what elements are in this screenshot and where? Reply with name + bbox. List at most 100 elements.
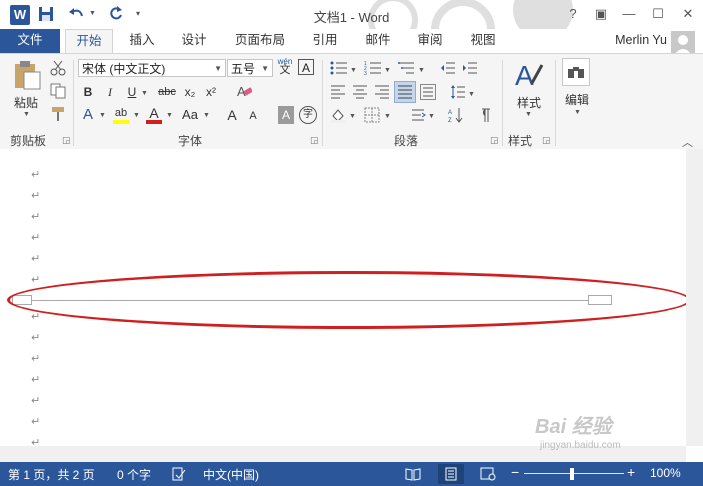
avatar[interactable] xyxy=(671,31,695,55)
user-name[interactable]: Merlin Yu xyxy=(615,33,667,47)
cut-icon[interactable] xyxy=(50,60,66,76)
numbering-icon[interactable]: 123 xyxy=(364,60,382,76)
paragraph-launcher-icon[interactable]: ◲ xyxy=(490,135,499,146)
superscript-button[interactable]: x² xyxy=(203,83,219,101)
distributed-icon[interactable] xyxy=(420,84,436,100)
numbering-dropdown-icon[interactable]: ▼ xyxy=(384,67,391,74)
styles-launcher-icon[interactable]: ◲ xyxy=(542,135,551,146)
text-effects-dropdown-icon[interactable]: ▼ xyxy=(99,112,106,119)
collapse-ribbon-icon[interactable]: ︿ xyxy=(682,134,693,150)
shrink-font-button[interactable]: A xyxy=(247,107,259,125)
vertical-scrollbar[interactable] xyxy=(686,149,703,446)
watermark-url: jingyan.baidu.com xyxy=(540,440,621,451)
shading-dropdown-icon[interactable]: ▼ xyxy=(349,113,356,120)
print-layout-button[interactable] xyxy=(438,464,464,484)
zoom-level[interactable]: 100% xyxy=(650,466,681,480)
character-border-button[interactable]: A xyxy=(298,59,314,75)
read-mode-icon[interactable] xyxy=(405,467,421,481)
tab-mailings[interactable]: 邮件 xyxy=(356,29,400,53)
underline-dropdown-icon[interactable]: ▼ xyxy=(141,90,148,97)
bullets-icon[interactable] xyxy=(330,60,348,76)
tab-view[interactable]: 视图 xyxy=(461,29,505,53)
multilevel-list-icon[interactable] xyxy=(398,60,416,76)
enclose-characters-button[interactable]: 字 xyxy=(299,106,317,124)
justify-button[interactable] xyxy=(394,81,416,103)
paste-button[interactable]: 粘贴 xyxy=(8,94,44,112)
editing-button[interactable]: 编辑 xyxy=(560,91,594,109)
help-button[interactable]: ? xyxy=(560,4,586,24)
strikethrough-button[interactable]: abc xyxy=(156,83,178,101)
tab-insert[interactable]: 插入 xyxy=(120,29,164,53)
increase-indent-icon[interactable] xyxy=(462,60,478,76)
paste-dropdown-icon[interactable]: ▼ xyxy=(23,111,30,118)
styles-button[interactable]: 样式 xyxy=(512,94,546,112)
paragraph-mark: ↵ xyxy=(31,253,41,265)
title-bar: W ▼ ▾ 文档1 - Word ? ▣ — ☐ ✕ xyxy=(0,0,703,60)
styles-icon[interactable]: A xyxy=(514,59,544,91)
align-right-icon[interactable] xyxy=(374,84,390,100)
decrease-indent-icon[interactable] xyxy=(440,60,456,76)
chinese-layout-dropdown-icon[interactable]: ▼ xyxy=(428,113,435,120)
borders-icon[interactable] xyxy=(364,107,380,123)
borders-dropdown-icon[interactable]: ▼ xyxy=(384,113,391,120)
zoom-in-button[interactable]: + xyxy=(627,464,635,480)
zoom-slider[interactable] xyxy=(524,473,624,474)
font-size-combo[interactable]: 五号 ▼ xyxy=(227,59,273,77)
paste-icon[interactable] xyxy=(12,60,42,90)
styles-dropdown-icon[interactable]: ▼ xyxy=(525,111,532,118)
font-color-dropdown-icon[interactable]: ▼ xyxy=(166,112,173,119)
word-count[interactable]: 0 个字 xyxy=(117,466,151,483)
line-spacing-icon[interactable] xyxy=(450,84,466,100)
align-center-icon[interactable] xyxy=(352,84,368,100)
tab-file[interactable]: 文件 xyxy=(0,29,60,53)
language[interactable]: 中文(中国) xyxy=(203,466,259,483)
change-case-dropdown-icon[interactable]: ▼ xyxy=(203,112,210,119)
clear-formatting-icon[interactable]: A xyxy=(236,83,252,99)
clipboard-group-label: 剪贴板 xyxy=(10,134,47,148)
chinese-layout-icon[interactable] xyxy=(410,107,426,123)
highlight-dropdown-icon[interactable]: ▼ xyxy=(133,112,140,119)
tab-page-layout[interactable]: 页面布局 xyxy=(228,29,292,53)
font-name-value: 宋体 (中文正文) xyxy=(82,62,166,76)
copy-icon[interactable] xyxy=(50,83,66,99)
ribbon-display-button[interactable]: ▣ xyxy=(588,4,614,24)
phonetic-guide-button[interactable]: wén 文 xyxy=(277,57,293,76)
zoom-out-button[interactable]: − xyxy=(511,464,519,480)
tab-review[interactable]: 审阅 xyxy=(408,29,452,53)
shading-icon[interactable] xyxy=(330,107,346,123)
web-layout-icon[interactable] xyxy=(480,467,496,481)
font-name-combo[interactable]: 宋体 (中文正文) ▼ xyxy=(78,59,226,77)
tab-home[interactable]: 开始 xyxy=(65,29,113,55)
show-marks-icon[interactable] xyxy=(476,107,492,123)
editing-dropdown-icon[interactable]: ▼ xyxy=(574,109,581,116)
align-left-icon[interactable] xyxy=(330,84,346,100)
bold-button[interactable]: B xyxy=(82,83,94,101)
subscript-button[interactable]: x₂ xyxy=(182,83,198,101)
change-case-button[interactable]: Aa xyxy=(180,106,200,124)
zoom-slider-thumb[interactable] xyxy=(570,468,574,480)
close-button[interactable]: ✕ xyxy=(675,4,701,24)
multilevel-dropdown-icon[interactable]: ▼ xyxy=(418,67,425,74)
user-icon xyxy=(674,35,692,55)
line-spacing-dropdown-icon[interactable]: ▼ xyxy=(468,91,475,98)
underline-button[interactable]: U xyxy=(126,83,138,101)
tab-references[interactable]: 引用 xyxy=(303,29,347,53)
page-count[interactable]: 第 1 页，共 2 页 xyxy=(8,466,95,483)
find-button-box[interactable] xyxy=(562,58,590,86)
clipboard-launcher-icon[interactable]: ◲ xyxy=(62,135,71,146)
maximize-button[interactable]: ☐ xyxy=(645,4,671,24)
svg-text:3: 3 xyxy=(364,71,367,76)
bullets-dropdown-icon[interactable]: ▼ xyxy=(350,67,357,74)
binoculars-icon xyxy=(568,67,584,78)
proofing-icon[interactable] xyxy=(172,467,186,481)
italic-button[interactable]: I xyxy=(104,83,116,101)
minimize-button[interactable]: — xyxy=(616,4,642,24)
format-painter-icon[interactable] xyxy=(50,106,66,122)
font-color-bar xyxy=(146,120,162,124)
text-effects-button[interactable]: A xyxy=(80,106,96,124)
tab-design[interactable]: 设计 xyxy=(172,29,216,53)
font-launcher-icon[interactable]: ◲ xyxy=(310,135,319,146)
sort-icon[interactable]: AZ xyxy=(448,107,464,123)
grow-font-button[interactable]: A xyxy=(225,106,239,124)
character-shading-button[interactable]: A xyxy=(278,106,294,124)
